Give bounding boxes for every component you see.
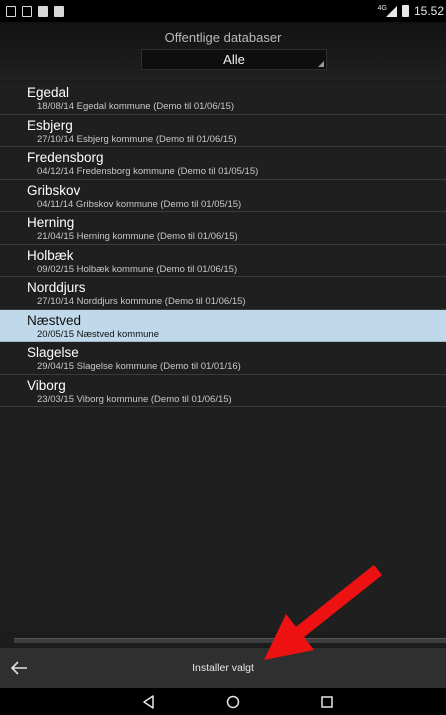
database-row[interactable]: Viborg 23/03/15 Viborg kommune (Demo til … — [0, 375, 446, 407]
database-detail: 18/08/14 Egedal kommune (Demo til 01/06/… — [37, 101, 234, 112]
database-row[interactable]: Slagelse 29/04/15 Slagelse kommune (Demo … — [0, 342, 446, 375]
navigation-bar — [0, 688, 446, 715]
nav-back-icon[interactable] — [140, 693, 158, 711]
database-row[interactable]: Esbjerg 27/10/14 Esbjerg kommune (Demo ti… — [0, 115, 446, 147]
database-row[interactable]: Holbæk 09/02/15 Holbæk kommune (Demo til … — [0, 245, 446, 277]
install-selected-button[interactable]: Installer valgt — [0, 648, 446, 688]
database-row[interactable]: Fredensborg 04/12/14 Fredensborg kommune … — [0, 147, 446, 180]
database-name: Viborg — [27, 377, 66, 393]
database-name: Egedal — [27, 85, 70, 100]
database-detail: 04/12/14 Fredensborg kommune (Demo til 0… — [37, 166, 259, 177]
clock: 15.52 — [413, 4, 444, 18]
nav-home-icon[interactable] — [224, 693, 242, 711]
battery-icon — [401, 5, 409, 17]
horizontal-scrollbar[interactable] — [14, 638, 446, 643]
database-name: Næstved — [27, 312, 82, 328]
database-detail: 27/10/14 Norddjurs kommune (Demo til 01/… — [37, 296, 246, 307]
dropdown-corner-icon — [318, 61, 324, 67]
database-detail: 04/11/14 Gribskov kommune (Demo til 01/0… — [37, 198, 242, 210]
page-title: Offentlige databaser — [164, 30, 282, 45]
mail-notification-icon — [38, 5, 48, 17]
photo-notification-icon — [54, 5, 64, 17]
back-arrow-icon[interactable] — [9, 658, 29, 678]
database-row[interactable]: Egedal 18/08/14 Egedal kommune (Demo til … — [0, 82, 446, 115]
database-name: Gribskov — [27, 182, 81, 198]
database-list[interactable]: Egedal 18/08/14 Egedal kommune (Demo til … — [0, 82, 446, 632]
database-detail: 27/10/14 Esbjerg kommune (Demo til 01/06… — [37, 133, 237, 145]
header: Offentlige databaser Alle — [0, 22, 446, 80]
nav-recents-icon[interactable] — [318, 693, 336, 711]
database-name: Norddjurs — [27, 280, 86, 295]
database-row[interactable]: Norddjurs 27/10/14 Norddjurs kommune (Dem… — [0, 277, 446, 310]
database-name: Slagelse — [27, 345, 79, 360]
signal-icon — [385, 5, 397, 17]
gallery-notification-icon — [6, 5, 16, 17]
database-detail: 21/04/15 Herning kommune (Demo til 01/06… — [37, 231, 238, 242]
database-row[interactable]: Næstved 20/05/15 Næstved kommune — [0, 309, 446, 342]
filter-dropdown-value: Alle — [223, 52, 245, 67]
database-detail: 09/02/15 Holbæk kommune (Demo til 01/06/… — [37, 263, 238, 275]
database-name: Esbjerg — [27, 117, 73, 133]
database-detail: 23/03/15 Viborg kommune (Demo til 01/06/… — [37, 393, 232, 405]
database-row[interactable]: Gribskov 04/11/14 Gribskov kommune (Demo … — [0, 180, 446, 212]
database-name: Fredensborg — [27, 150, 104, 165]
database-name: Holbæk — [27, 247, 74, 263]
database-detail: 20/05/15 Næstved kommune — [37, 328, 159, 340]
status-bar: 4G 15.52 — [0, 0, 446, 22]
download-notification-icon — [22, 5, 32, 17]
database-row[interactable]: Herning 21/04/15 Herning kommune (Demo ti… — [0, 212, 446, 245]
database-name: Herning — [27, 215, 75, 230]
action-bar: Installer valgt — [0, 648, 446, 688]
database-detail: 29/04/15 Slagelse kommune (Demo til 01/0… — [37, 361, 241, 372]
filter-dropdown[interactable]: Alle — [141, 49, 327, 70]
